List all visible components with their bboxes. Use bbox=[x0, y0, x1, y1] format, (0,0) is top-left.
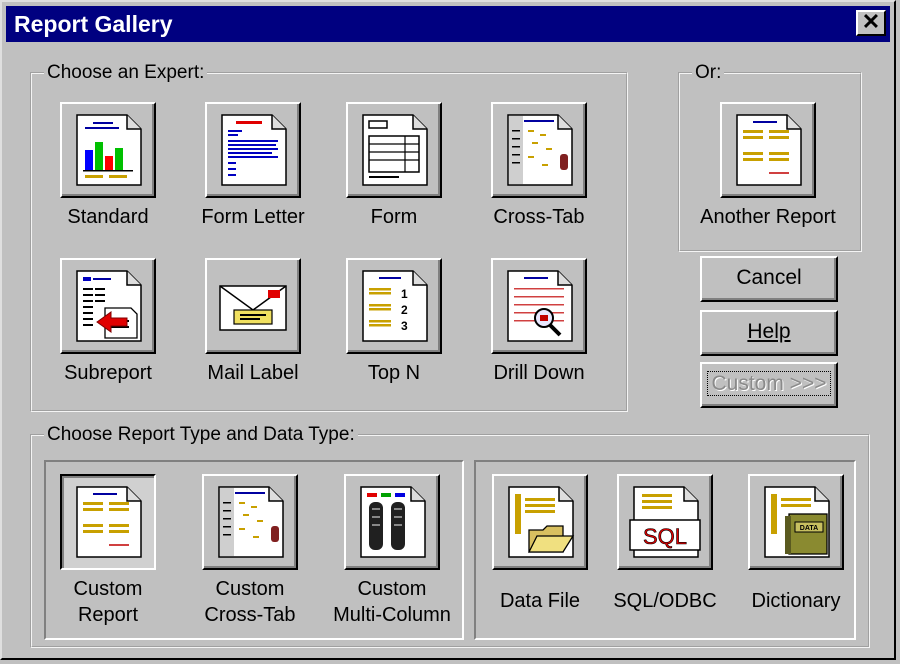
drill-down-icon bbox=[502, 268, 576, 344]
expert-mail-label[interactable]: Mail Label bbox=[183, 258, 323, 386]
expert-standard-label: Standard bbox=[67, 206, 149, 228]
subreport-icon bbox=[71, 268, 145, 344]
expert-drill-down-button[interactable] bbox=[491, 258, 587, 354]
data-file-button[interactable] bbox=[492, 474, 588, 570]
dictionary-icon: DATA bbox=[759, 484, 833, 560]
cancel-button[interactable]: Cancel bbox=[700, 256, 838, 302]
data-file[interactable]: Data File bbox=[470, 474, 610, 614]
custom-multi-column-button[interactable] bbox=[344, 474, 440, 570]
dictionary-label: Dictionary bbox=[751, 590, 841, 612]
svg-text:2: 2 bbox=[401, 303, 408, 317]
custom-report-icon bbox=[71, 484, 145, 560]
cancel-button-label: Cancel bbox=[736, 266, 802, 289]
svg-text:3: 3 bbox=[401, 319, 408, 333]
expert-top-n[interactable]: 1 2 3 Top N bbox=[324, 258, 464, 386]
sql-icon-text: SQL bbox=[643, 524, 687, 549]
cross-tab-icon bbox=[502, 112, 576, 188]
sql-odbc[interactable]: SQL SQL/ODBC bbox=[595, 474, 735, 614]
or-group-legend: Or: bbox=[695, 62, 722, 83]
custom-report-button[interactable] bbox=[60, 474, 156, 570]
expert-form-letter[interactable]: Form Letter bbox=[183, 102, 323, 230]
type-custom-report[interactable]: Custom Report bbox=[38, 474, 178, 628]
expert-cross-tab[interactable]: Cross-Tab bbox=[469, 102, 609, 230]
expert-standard-button[interactable] bbox=[60, 102, 156, 198]
top-n-icon: 1 2 3 bbox=[357, 268, 431, 344]
expert-subreport-label: Subreport bbox=[64, 362, 152, 384]
svg-text:1: 1 bbox=[401, 287, 408, 301]
title-bar: Report Gallery ✕ bbox=[6, 6, 890, 42]
type-custom-multi-column[interactable]: Custom Multi-Column bbox=[322, 474, 462, 628]
sql-odbc-icon: SQL bbox=[629, 484, 701, 560]
expert-form[interactable]: Form bbox=[324, 102, 464, 230]
custom-multi-column-icon bbox=[355, 484, 429, 560]
custom-cross-tab-icon bbox=[213, 484, 287, 560]
custom-cross-tab-label-line2: Cross-Tab bbox=[204, 604, 296, 626]
help-button-label: Help bbox=[747, 320, 791, 343]
custom-report-label: Custom Report bbox=[38, 576, 178, 628]
expert-mail-label-button[interactable] bbox=[205, 258, 301, 354]
expert-form-label: Form bbox=[370, 206, 418, 228]
custom-cross-tab-button[interactable] bbox=[202, 474, 298, 570]
close-icon: ✕ bbox=[861, 9, 881, 34]
expert-subreport-button[interactable] bbox=[60, 258, 156, 354]
expert-standard[interactable]: Standard bbox=[38, 102, 178, 230]
another-report-button[interactable] bbox=[720, 102, 816, 198]
close-button[interactable]: ✕ bbox=[856, 10, 886, 36]
data-file-label: Data File bbox=[499, 590, 581, 612]
custom-cross-tab-label: Custom Cross-Tab bbox=[180, 576, 320, 628]
expert-form-letter-label: Form Letter bbox=[201, 206, 305, 228]
help-button[interactable]: Help bbox=[700, 310, 838, 356]
expert-group-legend: Choose an Expert: bbox=[47, 62, 205, 83]
expert-top-n-label: Top N bbox=[367, 362, 421, 384]
custom-report-label-line1: Custom bbox=[73, 578, 143, 600]
expert-mail-label-label: Mail Label bbox=[207, 362, 299, 384]
type-custom-cross-tab[interactable]: Custom Cross-Tab bbox=[180, 474, 320, 628]
custom-report-label-line2: Report bbox=[77, 604, 139, 626]
custom-multi-column-label-line1: Custom bbox=[357, 578, 427, 600]
another-report-label: Another Report bbox=[700, 206, 836, 228]
form-letter-icon bbox=[216, 112, 290, 188]
mail-label-icon bbox=[219, 285, 287, 331]
report-type-group-legend: Choose Report Type and Data Type: bbox=[47, 424, 355, 445]
sql-odbc-button[interactable]: SQL bbox=[617, 474, 713, 570]
another-report[interactable]: Another Report bbox=[698, 102, 838, 230]
custom-button-label: Custom >>> bbox=[706, 371, 832, 396]
custom-multi-column-label-line2: Multi-Column bbox=[333, 604, 451, 626]
dictionary-icon-text: DATA bbox=[800, 525, 818, 532]
expert-cross-tab-button[interactable] bbox=[491, 102, 587, 198]
expert-form-button[interactable] bbox=[346, 102, 442, 198]
expert-form-letter-button[interactable] bbox=[205, 102, 301, 198]
dictionary[interactable]: DATA Dictionary bbox=[726, 474, 866, 614]
form-icon bbox=[357, 112, 431, 188]
custom-multi-column-label: Custom Multi-Column bbox=[322, 576, 462, 628]
dictionary-button[interactable]: DATA bbox=[748, 474, 844, 570]
data-file-icon bbox=[503, 484, 575, 560]
expert-top-n-button[interactable]: 1 2 3 bbox=[346, 258, 442, 354]
sql-odbc-label: SQL/ODBC bbox=[613, 590, 717, 612]
custom-button[interactable]: Custom >>> bbox=[700, 362, 838, 408]
custom-cross-tab-label-line1: Custom bbox=[215, 578, 285, 600]
standard-report-icon bbox=[71, 112, 145, 188]
window-title: Report Gallery bbox=[14, 11, 173, 37]
expert-subreport[interactable]: Subreport bbox=[38, 258, 178, 386]
expert-cross-tab-label: Cross-Tab bbox=[493, 206, 585, 228]
expert-drill-down[interactable]: Drill Down bbox=[469, 258, 609, 386]
another-report-icon bbox=[731, 112, 805, 188]
expert-drill-down-label: Drill Down bbox=[493, 362, 585, 384]
